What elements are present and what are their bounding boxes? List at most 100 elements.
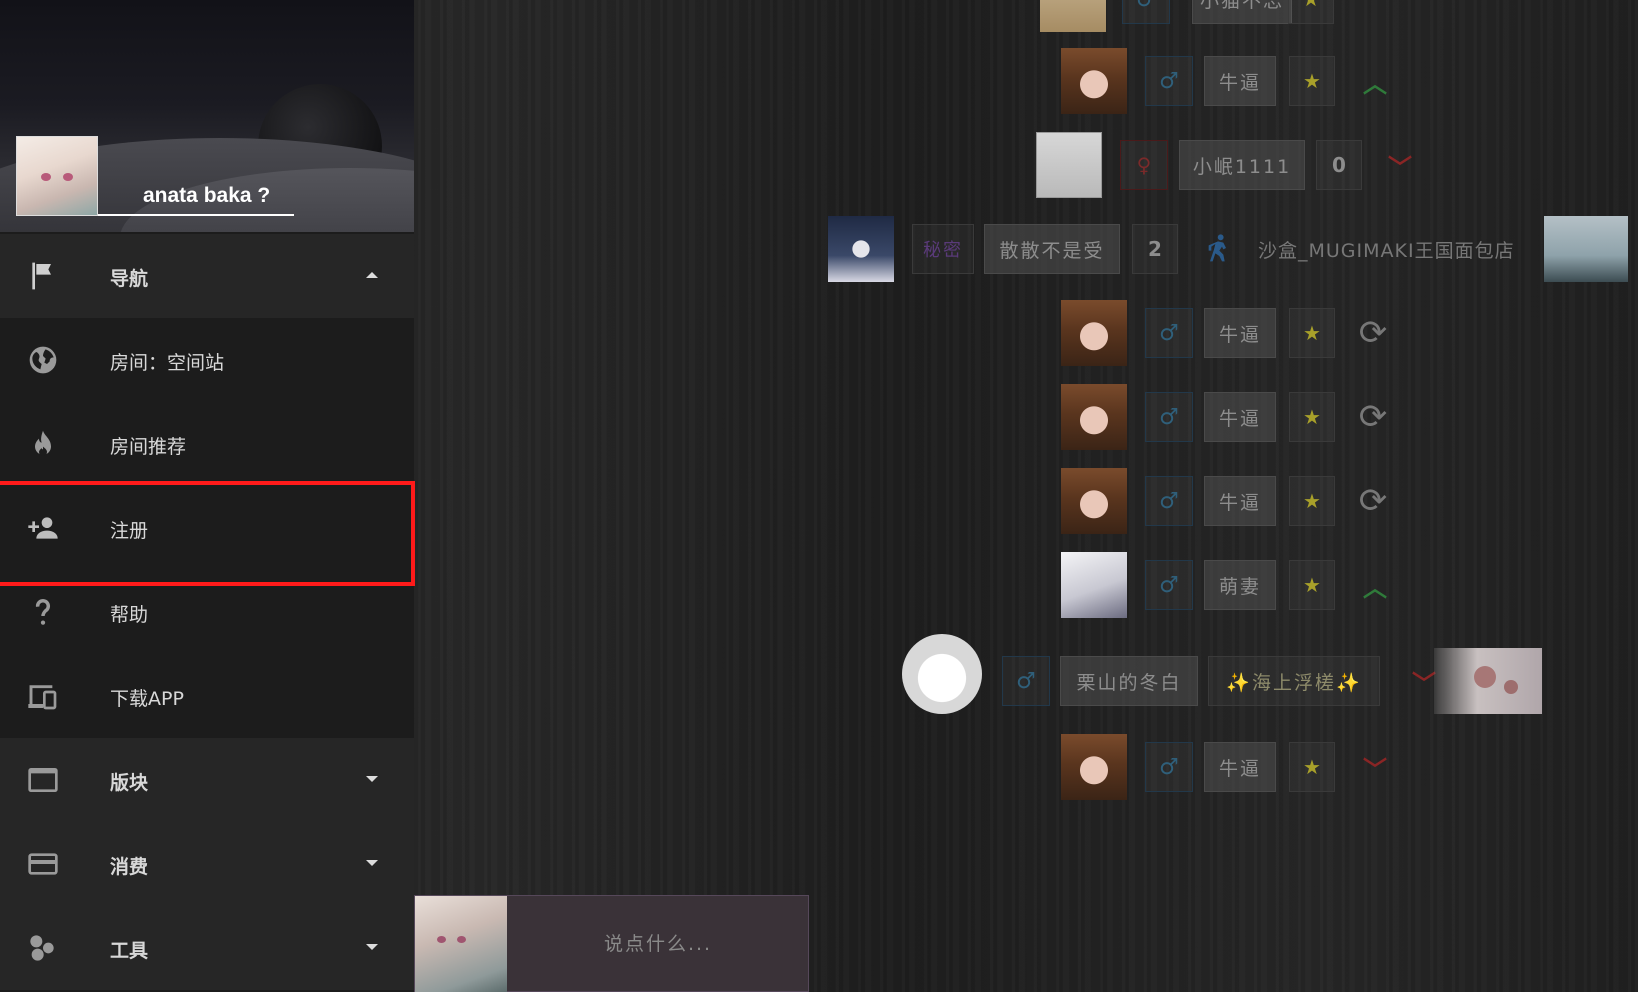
username-label: 牛逼 — [1204, 56, 1276, 106]
user-row[interactable]: ♂ 牛逼 ★ ⟳ — [1061, 300, 1421, 366]
chevron-down-icon — [366, 860, 378, 866]
avatar[interactable] — [1061, 384, 1127, 450]
nav-group-tools[interactable]: 工具 — [0, 906, 414, 990]
avatar[interactable] — [16, 136, 98, 216]
username-label: 牛逼 — [1204, 476, 1276, 526]
username-label: 小猫不忘 — [1192, 0, 1292, 24]
nav-item-help[interactable]: 帮助 — [0, 570, 414, 654]
username-label: 小岷1111 — [1179, 140, 1305, 190]
nav-item-register[interactable]: 注册 — [0, 486, 414, 570]
avatar[interactable] — [1061, 734, 1127, 800]
male-icon: ♂ — [1002, 656, 1050, 706]
nav-label: 工具 — [110, 940, 149, 962]
avatar-placeholder[interactable] — [1036, 132, 1102, 198]
username-label: 萌妻 — [1204, 560, 1276, 610]
secret-tag: 秘密 — [912, 224, 974, 274]
arrow-up-icon: ︿ — [1363, 69, 1387, 98]
user-row[interactable]: ♂ 牛逼 ★ ︿ — [1061, 48, 1421, 114]
refresh-icon: ⟳ — [1358, 313, 1388, 353]
star-icon: ★ — [1289, 560, 1335, 610]
room-name[interactable]: 沙盒_MUGIMAKI王国面包店 — [1258, 236, 1515, 263]
user-row[interactable]: ♂ 牛逼 ★ ﹀ — [1061, 734, 1421, 800]
male-icon: ♂ — [1145, 392, 1193, 442]
globe-icon — [29, 346, 57, 374]
nav-item-room-recommend[interactable]: 房间推荐 — [0, 402, 414, 486]
user-row[interactable]: ♂ 小猫不忘 ★ — [1040, 0, 1420, 32]
chevron-up-icon — [366, 272, 378, 278]
arrow-down-icon: ﹀ — [1363, 755, 1387, 784]
user-row[interactable]: 秘密 散散不是受 2 沙盒_MUGIMAKI王国面包店 — [828, 216, 1628, 282]
nav-label: 下载APP — [110, 688, 184, 710]
male-icon: ♂ — [1145, 742, 1193, 792]
walk-icon — [1208, 234, 1226, 262]
chat-input[interactable] — [507, 896, 809, 991]
username-label: 散散不是受 — [984, 224, 1120, 274]
nav-group-navigation[interactable]: 导航 — [0, 234, 414, 318]
avatar[interactable] — [415, 896, 507, 992]
count-badge: 2 — [1132, 224, 1178, 274]
nav-label: 导航 — [110, 268, 149, 290]
nav-label: 注册 — [110, 520, 149, 542]
user-row[interactable]: ♂ 牛逼 ★ ⟳ — [1061, 384, 1421, 450]
nav-group-consumption[interactable]: 消费 — [0, 822, 414, 906]
male-icon: ♂ — [1145, 56, 1193, 106]
profile-header: anata baka ? — [0, 0, 414, 232]
username[interactable]: anata baka ? — [143, 184, 270, 208]
title-badge: ✨海上浮槎✨ — [1208, 656, 1380, 706]
nav-label: 版块 — [110, 772, 149, 794]
nav-label: 消费 — [110, 856, 149, 878]
room-thumbnail[interactable] — [1544, 216, 1628, 282]
user-row[interactable]: ♀ 小岷1111 0 ﹀ — [1036, 132, 1436, 198]
chevron-down-icon — [366, 944, 378, 950]
arrow-up-icon: ︿ — [1363, 573, 1387, 602]
nav-item-download-app[interactable]: 下载APP — [0, 654, 414, 738]
male-icon: ♂ — [1145, 476, 1193, 526]
user-row[interactable]: ♂ 萌妻 ★ ︿ — [1061, 552, 1421, 618]
male-icon: ♂ — [1145, 560, 1193, 610]
nav-label: 房间：空间站 — [110, 352, 225, 374]
chat-input-bar — [414, 895, 809, 992]
star-icon: ★ — [1289, 476, 1335, 526]
fire-icon — [35, 430, 51, 456]
avatar[interactable] — [1061, 552, 1127, 618]
question-icon — [35, 599, 51, 625]
username-label: 牛逼 — [1204, 742, 1276, 792]
username-label: 栗山的冬白 — [1060, 656, 1198, 706]
avatar[interactable] — [1040, 0, 1106, 32]
window-icon — [28, 768, 58, 792]
person-add-icon — [28, 517, 58, 539]
username-label: 牛逼 — [1204, 392, 1276, 442]
refresh-icon: ⟳ — [1358, 397, 1388, 437]
male-icon: ♂ — [1145, 308, 1193, 358]
star-icon: ★ — [1289, 392, 1335, 442]
nav-item-room[interactable]: 房间：空间站 — [0, 318, 414, 402]
nav-label: 帮助 — [110, 604, 149, 626]
nav-label: 房间推荐 — [110, 436, 187, 458]
avatar[interactable] — [1061, 468, 1127, 534]
avatar[interactable] — [828, 216, 894, 282]
refresh-icon: ⟳ — [1358, 481, 1388, 521]
star-icon: ★ — [1288, 0, 1334, 24]
avatar[interactable] — [1061, 300, 1127, 366]
star-icon: ★ — [1289, 308, 1335, 358]
credit-card-icon — [28, 853, 58, 875]
star-icon: ★ — [1289, 742, 1335, 792]
count-badge: 0 — [1316, 140, 1362, 190]
bubbles-icon — [30, 935, 54, 961]
arrow-down-icon: ﹀ — [1388, 153, 1412, 182]
user-row[interactable]: ♂ 栗山的冬白 ✨海上浮槎✨ ﹀ — [902, 634, 1542, 714]
female-icon: ♀ — [1120, 140, 1168, 190]
username-underline — [98, 214, 294, 216]
avatar[interactable] — [1061, 48, 1127, 114]
profile-banner[interactable] — [1434, 648, 1542, 714]
flag-icon — [32, 262, 51, 290]
star-icon: ★ — [1289, 56, 1335, 106]
avatar[interactable] — [902, 634, 982, 714]
male-icon: ♂ — [1122, 0, 1170, 24]
nav-group-sections[interactable]: 版块 — [0, 738, 414, 822]
username-label: 牛逼 — [1204, 308, 1276, 358]
chevron-down-icon — [366, 776, 378, 782]
sidebar: anata baka ? 导航 房间：空间站 房间推荐 注册 帮助 下载APP … — [0, 0, 414, 992]
devices-icon — [28, 685, 57, 710]
user-row[interactable]: ♂ 牛逼 ★ ⟳ — [1061, 468, 1421, 534]
